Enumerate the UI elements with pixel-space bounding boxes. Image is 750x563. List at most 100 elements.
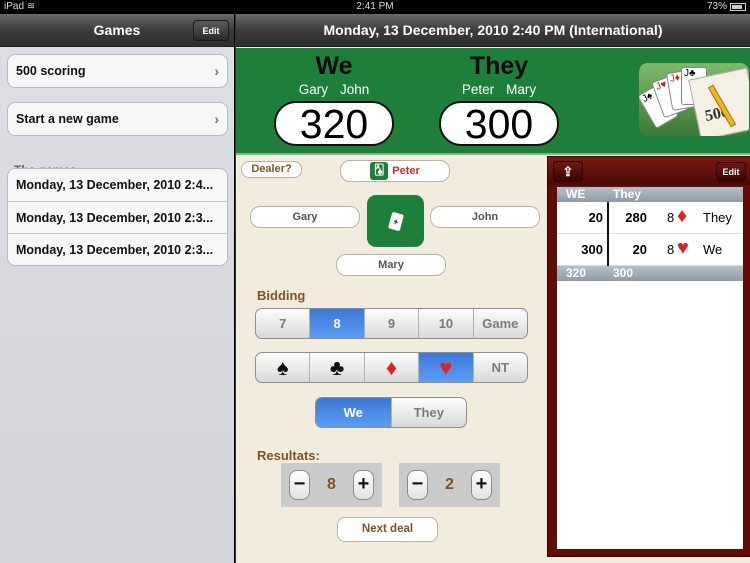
heart-icon: ♥ xyxy=(439,354,453,380)
we-tricks-value: 8 xyxy=(327,476,336,493)
deck-button[interactable]: ♠ xyxy=(367,195,424,247)
game-list-item[interactable]: Monday, 13 December, 2010 2:3... xyxy=(8,201,227,233)
bid-option-game[interactable]: Game xyxy=(472,309,527,338)
clock: 2:41 PM xyxy=(356,1,394,12)
decrement-button[interactable]: − xyxy=(289,470,310,500)
app-logo: J♠ J♥ J♦ J♣ 500 xyxy=(639,63,749,136)
team-name: We xyxy=(315,52,353,80)
edit-games-button[interactable]: Edit xyxy=(193,20,229,41)
score-table-header: WE They xyxy=(557,187,743,202)
team-they: They Peter Mary 300 xyxy=(434,52,564,146)
share-icon: ⇪ xyxy=(562,164,574,179)
share-button[interactable]: ⇪ xyxy=(553,161,583,182)
team-players: Peter Mary xyxy=(434,82,564,97)
they-tricks-value: 2 xyxy=(445,476,454,493)
bid-value: 8 xyxy=(667,242,675,257)
score-we: 20 xyxy=(588,210,603,225)
seat-name: Peter xyxy=(392,165,420,177)
bidding-team: We xyxy=(703,242,723,257)
chevron-right-icon: › xyxy=(214,111,219,127)
game-navbar: Monday, 13 December, 2010 2:40 PM (Inter… xyxy=(236,14,750,47)
bid-value: 8 xyxy=(667,210,675,225)
suit-option-heart[interactable]: ♥ xyxy=(418,353,473,382)
header-they: They xyxy=(613,187,642,201)
dealer-button[interactable]: Dealer? xyxy=(241,161,302,178)
team-option-we[interactable]: We xyxy=(316,398,391,427)
games-panel: Games Edit 500 scoring › Start a new gam… xyxy=(0,14,234,563)
decrement-button[interactable]: − xyxy=(407,470,428,500)
bidding-label: Bidding xyxy=(257,288,306,303)
player-name: John xyxy=(339,82,370,97)
bidding-team: They xyxy=(703,210,732,225)
bid-option-10[interactable]: 10 xyxy=(418,309,472,338)
score-totals: 320 300 xyxy=(557,266,743,281)
suit-option-spade[interactable]: ♠ xyxy=(256,353,309,382)
header-we: WE xyxy=(566,187,586,201)
game-list-item[interactable]: Monday, 13 December, 2010 2:3... xyxy=(8,233,227,265)
spade-icon: ♠ xyxy=(276,354,289,380)
score-we: 300 xyxy=(581,242,603,257)
score-row[interactable]: 300 20 8 ♥ We xyxy=(557,234,743,266)
battery-status: 73% xyxy=(707,1,746,12)
player-name: Gary xyxy=(298,82,328,97)
team-option-they[interactable]: They xyxy=(390,398,467,427)
total-we: 320 xyxy=(566,266,587,280)
battery-percent: 73% xyxy=(706,1,727,12)
results-label: Resultats: xyxy=(257,448,320,463)
seat-bottom[interactable]: Mary xyxy=(336,254,446,276)
heart-icon: ♥ xyxy=(677,237,689,259)
suit-option-club[interactable]: ♣ xyxy=(309,353,363,382)
battery-icon xyxy=(730,2,746,11)
score-sheet: ⇪ Edit WE They 20 280 8 ♦ They 300 20 8 … xyxy=(547,156,750,557)
diamond-icon: ♦ xyxy=(677,205,688,227)
player-name: Peter xyxy=(461,82,495,97)
dealer-cards-icon: 🂡 xyxy=(370,162,389,181)
menu-item-500-scoring[interactable]: 500 scoring › xyxy=(8,55,227,87)
menu-item-start-new-game[interactable]: Start a new game › xyxy=(8,103,227,135)
team-score: 300 xyxy=(439,101,559,146)
new-game-group: Start a new game › xyxy=(7,102,228,136)
bid-option-7[interactable]: 7 xyxy=(256,309,309,338)
club-icon: ♣ xyxy=(329,354,345,380)
game-title: Monday, 13 December, 2010 2:40 PM (Inter… xyxy=(323,22,663,38)
score-row[interactable]: 20 280 8 ♦ They xyxy=(557,202,743,234)
suit-segmented-control: ♠ ♣ ♦ ♥ NT xyxy=(255,352,528,383)
score-they: 20 xyxy=(632,242,647,257)
total-they: 300 xyxy=(613,266,634,280)
game-list-item[interactable]: Monday, 13 December, 2010 2:4... xyxy=(8,169,227,201)
seat-right[interactable]: John xyxy=(430,206,540,228)
team-score: 320 xyxy=(274,101,394,146)
team-name: They xyxy=(469,52,529,80)
diamond-icon: ♦ xyxy=(385,354,398,380)
score-table: WE They 20 280 8 ♦ They 300 20 8 ♥ We 32… xyxy=(557,187,743,549)
status-bar: iPad ≋ 2:41 PM 73% xyxy=(0,0,750,14)
bid-option-9[interactable]: 9 xyxy=(363,309,418,338)
player-name: Mary xyxy=(506,82,537,97)
increment-button[interactable]: + xyxy=(353,470,374,500)
menu-item-label: Start a new game xyxy=(16,112,119,126)
score-banner: We Gary John 320 They Peter Mary 300 J♠ … xyxy=(236,48,750,155)
game-detail: Monday, 13 December, 2010 2:40 PM (Inter… xyxy=(235,14,750,563)
they-tricks-stepper: − 2 + xyxy=(399,463,500,507)
bid-option-8[interactable]: 8 xyxy=(309,309,364,338)
suit-option-no-trump[interactable]: NT xyxy=(472,353,527,382)
games-navbar: Games Edit xyxy=(0,14,234,47)
scoring-group: 500 scoring › xyxy=(7,54,228,88)
chevron-right-icon: › xyxy=(214,63,219,79)
games-list: Monday, 13 December, 2010 2:4... Monday,… xyxy=(7,168,228,266)
increment-button[interactable]: + xyxy=(471,470,492,500)
bidding-team-control: We They xyxy=(315,397,467,428)
bid-segmented-control: 7 8 9 10 Game xyxy=(255,308,528,339)
score-they: 280 xyxy=(625,210,647,225)
column-divider xyxy=(607,202,609,266)
next-deal-button[interactable]: Next deal xyxy=(337,517,438,542)
team-players: Gary John xyxy=(269,82,399,97)
edit-scores-button[interactable]: Edit xyxy=(716,162,746,182)
menu-item-label: 500 scoring xyxy=(16,64,86,78)
we-tricks-stepper: − 8 + xyxy=(281,463,382,507)
suit-option-diamond[interactable]: ♦ xyxy=(363,353,418,382)
seat-left[interactable]: Gary xyxy=(250,206,360,228)
seat-top-dealer[interactable]: 🂡 Peter xyxy=(340,160,450,182)
cards-icon: ♠ xyxy=(387,211,404,231)
team-we: We Gary John 320 xyxy=(269,52,399,146)
